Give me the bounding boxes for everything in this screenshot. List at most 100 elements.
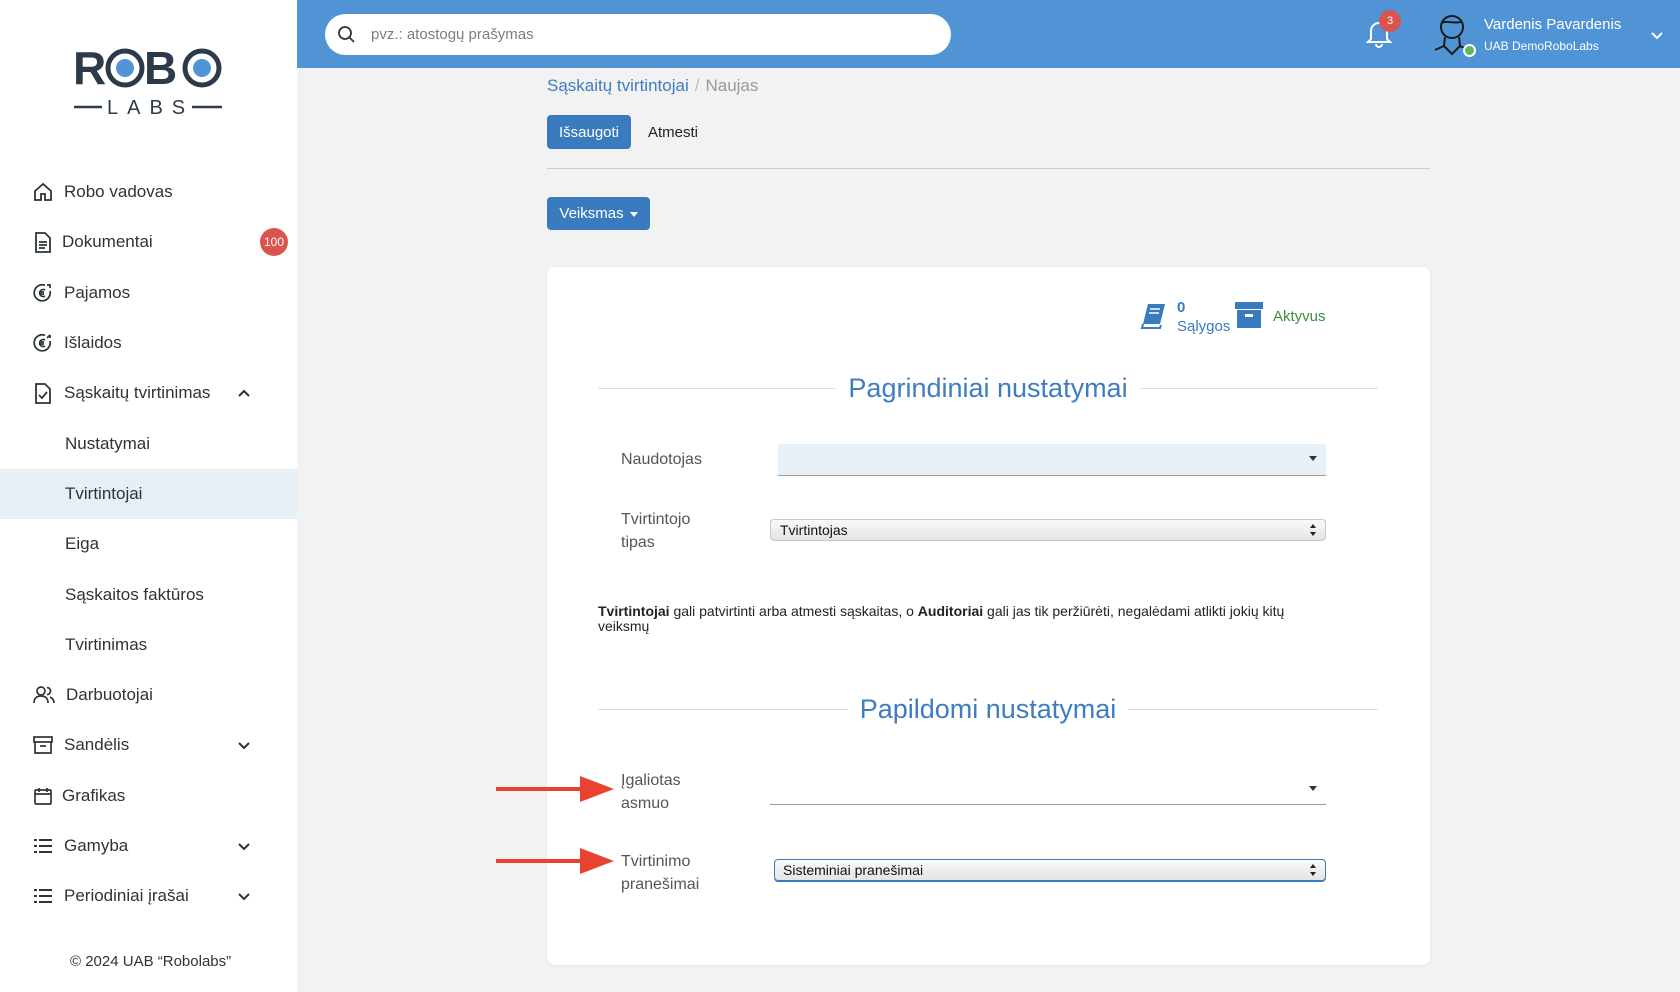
sidebar-item-darbuotojai[interactable]: Darbuotojai — [0, 670, 297, 720]
users-icon — [33, 684, 55, 706]
chevron-down-icon[interactable] — [236, 838, 252, 854]
sidebar-subitem-tvirtinimas[interactable]: Tvirtinimas — [0, 620, 297, 670]
sidebar-item-pajamos[interactable]: Pajamos — [0, 268, 297, 318]
active-status[interactable]: Aktyvus — [1273, 308, 1326, 325]
sidebar-item-label: Sąskaitos faktūros — [65, 584, 204, 604]
user-select[interactable] — [778, 444, 1326, 476]
sidebar-item-label: Sandėlis — [64, 735, 130, 755]
form-card: 0 Sąlygos Aktyvus Pagrindiniai nustatyma… — [547, 267, 1430, 965]
home-icon — [32, 181, 54, 203]
sidebar-item-islaidos[interactable]: Išlaidos — [0, 318, 297, 368]
search-input[interactable] — [371, 23, 931, 45]
conditions-label[interactable]: Sąlygos — [1177, 318, 1230, 335]
annotation-arrow-icon — [496, 848, 614, 874]
discard-button[interactable]: Atmesti — [637, 115, 709, 149]
sidebar-subitem-nustatymai[interactable]: Nustatymai — [0, 418, 297, 468]
action-button-label: Veiksmas — [559, 205, 624, 222]
robolabs-logo[interactable]: R B LABS — [72, 40, 226, 130]
action-dropdown-button[interactable]: Veiksmas — [547, 197, 650, 230]
euro-out-icon — [32, 332, 54, 354]
divider — [1128, 709, 1378, 710]
sidebar-item-saskaitu-tvirtinimas[interactable]: Sąskaitų tvirtinimas — [0, 368, 297, 418]
sidebar-subitem-saskaitos-fakturos[interactable]: Sąskaitos faktūros — [0, 569, 297, 619]
sidebar-item-dokumentai[interactable]: Dokumentai 100 — [0, 217, 297, 267]
list-icon — [32, 835, 54, 857]
sidebar-item-label: Eiga — [65, 534, 100, 554]
svg-text:B: B — [144, 42, 177, 94]
user-name[interactable]: Vardenis Pavardenis — [1484, 16, 1621, 33]
chevron-down-icon[interactable] — [1649, 27, 1665, 43]
svg-text:LABS: LABS — [107, 97, 194, 119]
sidebar-item-label: Robo vadovas — [64, 182, 173, 202]
delegate-select[interactable] — [770, 769, 1326, 805]
sidebar-item-label: Darbuotojai — [66, 685, 153, 705]
book-icon[interactable] — [1139, 302, 1167, 330]
section-extra-heading: Papildomi nustatymai — [598, 694, 1378, 725]
online-status-dot — [1463, 44, 1476, 57]
document-icon — [32, 231, 54, 253]
annotation-arrow-icon — [496, 776, 614, 802]
calendar-icon — [32, 785, 54, 807]
archive-icon — [32, 734, 54, 756]
sidebar-item-gamyba[interactable]: Gamyba — [0, 821, 297, 871]
label-line: asmuo — [621, 795, 670, 812]
label-line: Tvirtintojo — [621, 511, 691, 528]
sidebar-nav: Robo vadovas Dokumentai 100 Pajamos Išla… — [0, 167, 297, 921]
file-check-icon — [32, 382, 54, 404]
user-label: Naudotojas — [621, 451, 702, 468]
sidebar-item-label: Gamyba — [64, 836, 129, 855]
sidebar-item-label: Tvirtintojai — [65, 483, 143, 503]
search-icon — [338, 26, 355, 43]
breadcrumb-separator: / — [694, 76, 700, 95]
documents-count-badge: 100 — [260, 228, 288, 257]
chevron-down-icon[interactable] — [236, 737, 252, 753]
sidebar-item-sandelis[interactable]: Sandėlis — [0, 720, 297, 770]
euro-in-icon — [32, 282, 54, 304]
sidebar-subitem-eiga[interactable]: Eiga — [0, 519, 297, 569]
breadcrumb-link[interactable]: Sąskaitų tvirtintojai — [547, 76, 689, 95]
sidebar-item-label: Dokumentai — [62, 232, 153, 252]
company-name[interactable]: UAB DemoRoboLabs — [1484, 39, 1599, 53]
notifications-label: Tvirtinimo pranešimai — [621, 850, 699, 896]
sidebar-subitem-tvirtintojai[interactable]: Tvirtintojai — [0, 468, 297, 520]
label-line: pranešimai — [621, 876, 700, 893]
approver-type-select[interactable]: Tvirtintojas — [770, 519, 1326, 541]
archive-box-icon[interactable] — [1235, 302, 1263, 328]
section-title: Papildomi nustatymai — [859, 694, 1117, 724]
caret-down-icon — [1309, 456, 1317, 461]
breadcrumb-current: Naujas — [705, 76, 759, 95]
divider — [547, 168, 1430, 169]
breadcrumb: Sąskaitų tvirtintojai / Naujas — [547, 76, 758, 96]
save-button[interactable]: Išsaugoti — [547, 115, 631, 149]
copyright-text: © 2024 UAB “Robolabs” — [70, 953, 232, 970]
sidebar-item-label: Tvirtinimas — [65, 634, 148, 654]
search-bar[interactable] — [325, 14, 951, 55]
note-strong: Tvirtintojai — [598, 603, 670, 619]
sidebar-item-label: Grafikas — [62, 785, 126, 805]
notification-badge: 3 — [1379, 10, 1401, 32]
sidebar-item-label: Pajamos — [64, 282, 131, 302]
sidebar: R B LABS Robo vadovas Dokumentai 100 Paj… — [0, 0, 297, 992]
select-arrows-icon — [1310, 524, 1316, 536]
label-line: Tvirtinimo — [621, 853, 691, 870]
sidebar-item-robo-vadovas[interactable]: Robo vadovas — [0, 167, 297, 217]
approver-type-label: Tvirtintojo tipas — [621, 508, 690, 554]
sidebar-item-periodiniai-irasai[interactable]: Periodiniai įrašai — [0, 871, 297, 921]
divider — [1139, 388, 1378, 389]
sidebar-item-label: Nustatymai — [65, 433, 151, 453]
sidebar-item-label: Išlaidos — [64, 333, 122, 353]
sidebar-item-label: Periodiniai įrašai — [64, 886, 189, 906]
caret-down-icon — [629, 212, 638, 217]
divider — [598, 709, 848, 710]
caret-down-icon — [1309, 786, 1317, 791]
label-line: tipas — [621, 534, 655, 551]
sidebar-item-grafikas[interactable]: Grafikas — [0, 771, 297, 821]
notifications-select[interactable]: Sisteminiai pranešimai — [774, 859, 1326, 881]
list-icon — [32, 885, 54, 907]
conditions-count[interactable]: 0 — [1177, 299, 1185, 316]
chevron-down-icon[interactable] — [236, 888, 252, 904]
note-text: gali patvirtinti arba atmesti sąskaitas,… — [669, 603, 918, 619]
delegate-label: Įgaliotas asmuo — [621, 769, 681, 815]
select-arrows-icon — [1310, 864, 1316, 876]
chevron-up-icon[interactable] — [236, 385, 252, 401]
